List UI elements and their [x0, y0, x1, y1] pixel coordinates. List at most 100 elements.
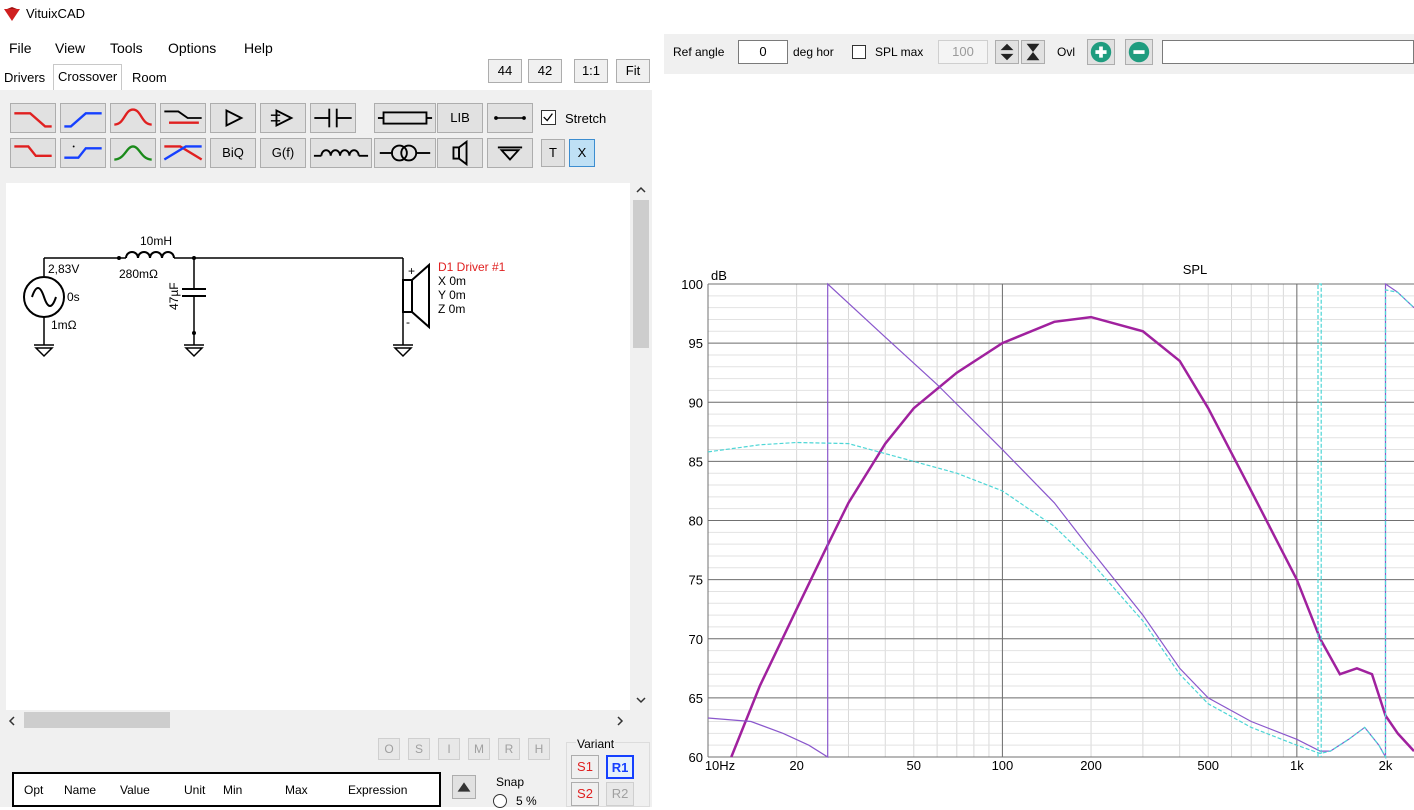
inductor-value-label[interactable]: 10mH — [140, 234, 172, 248]
menu-view[interactable]: View — [55, 40, 85, 56]
menu-file[interactable]: File — [9, 40, 32, 56]
inductor-button[interactable] — [310, 138, 372, 168]
biquad-button[interactable]: BiQ — [210, 138, 256, 168]
wire-button[interactable] — [487, 103, 533, 133]
stretch-checkbox[interactable] — [541, 110, 556, 125]
stretch-label: Stretch — [565, 111, 607, 126]
text-button[interactable]: T — [541, 139, 565, 167]
overlay-input[interactable] — [1162, 40, 1414, 64]
variant-s2-button[interactable]: S2 — [571, 782, 599, 806]
ref-angle-input[interactable]: 0 — [738, 40, 788, 64]
spl-up-down-button[interactable] — [995, 40, 1019, 64]
tab-drivers[interactable]: Drivers — [0, 66, 49, 90]
shelf-icon — [164, 110, 202, 124]
spl-chart[interactable]: 60 65 70 75 80 85 90 95 100 10Hz 20 50 100 200 500 1k 2k… — [664, 74, 1414, 807]
resistor-button[interactable] — [374, 103, 436, 133]
overlay-add-button[interactable] — [1087, 39, 1115, 65]
driver-z-label: Z 0m — [438, 302, 465, 316]
bandpass-green-icon — [114, 145, 152, 161]
inductor-symbol — [125, 251, 175, 259]
spl-curve-2 — [707, 289, 1414, 760]
variant-r2-button[interactable]: R2 — [606, 782, 634, 806]
column-unit[interactable]: Unit — [184, 783, 205, 797]
column-expression[interactable]: Expression — [348, 783, 407, 797]
column-value[interactable]: Value — [120, 783, 150, 797]
tab-strip: Drivers Crossover Room — [0, 64, 180, 90]
snap-radio[interactable] — [493, 794, 507, 808]
crossover-filter-button[interactable] — [160, 138, 206, 168]
tab-crossover[interactable]: Crossover — [53, 64, 123, 90]
source-voltage-label[interactable]: 2,83V — [48, 262, 79, 276]
chart-title: SPL — [1183, 262, 1208, 277]
bandstop-button[interactable] — [110, 103, 156, 133]
x-tick-label: 500 — [1197, 758, 1219, 773]
driver-name-label[interactable]: D1 Driver #1 — [438, 260, 506, 274]
move-up-button[interactable] — [452, 775, 476, 799]
scroll-left-icon[interactable] — [6, 714, 18, 728]
shelving-button[interactable] — [160, 103, 206, 133]
button-1-to-1[interactable]: 1:1 — [574, 59, 608, 83]
column-opt[interactable]: Opt — [24, 783, 43, 797]
spl-max-checkbox[interactable] — [852, 45, 866, 59]
resistor-icon — [377, 111, 433, 125]
column-min[interactable]: Min — [223, 783, 242, 797]
opt-button-i[interactable]: I — [438, 738, 460, 760]
column-name[interactable]: Name — [64, 783, 96, 797]
menu-tools[interactable]: Tools — [110, 40, 143, 56]
transfer-function-button[interactable]: G(f) — [260, 138, 306, 168]
overlay-remove-button[interactable] — [1125, 39, 1153, 65]
transformer-icon — [379, 144, 431, 162]
inductor-resistance-label[interactable]: 280mΩ — [119, 267, 158, 281]
lowpass-1st-button[interactable] — [10, 103, 56, 133]
highpass-2nd-button[interactable] — [60, 138, 106, 168]
amplifier-button[interactable] — [210, 103, 256, 133]
y-tick-label: 60 — [689, 750, 703, 765]
capacitor-value-label[interactable]: 47µF — [167, 282, 181, 310]
ground-button[interactable] — [487, 138, 533, 168]
button-42[interactable]: 42 — [528, 59, 562, 83]
spl-fit-button[interactable] — [1021, 40, 1045, 64]
menu-options[interactable]: Options — [168, 40, 216, 56]
button-44[interactable]: 44 — [488, 59, 522, 83]
transformer-button[interactable] — [374, 138, 436, 168]
tab-room[interactable]: Room — [128, 66, 171, 90]
opt-button-m[interactable]: M — [468, 738, 490, 760]
variant-label: Variant — [576, 737, 616, 751]
opt-button-r[interactable]: R — [498, 738, 520, 760]
scroll-up-icon[interactable] — [634, 184, 648, 196]
horizontal-scroll-thumb[interactable] — [24, 712, 170, 728]
x-tick-label: 10Hz — [705, 758, 735, 773]
opt-button-o[interactable]: O — [378, 738, 400, 760]
lowpass-2nd-button[interactable] — [10, 138, 56, 168]
source-delay-label[interactable]: 0s — [67, 290, 80, 304]
spl-max-input[interactable]: 100 — [938, 40, 988, 64]
vertical-scroll-thumb[interactable] — [633, 200, 649, 348]
hourglass-icon — [1026, 43, 1040, 61]
variant-r1-button[interactable]: R1 — [606, 755, 634, 779]
opt-button-h[interactable]: H — [528, 738, 550, 760]
variant-s1-button[interactable]: S1 — [571, 755, 599, 779]
opt-button-s[interactable]: S — [408, 738, 430, 760]
buffer-button[interactable] — [260, 103, 306, 133]
driver-button[interactable] — [437, 138, 483, 168]
source-resistance-label[interactable]: 1mΩ — [51, 318, 77, 332]
ovl-label: Ovl — [1057, 45, 1075, 59]
capacitor-button[interactable] — [310, 103, 356, 133]
library-button[interactable]: LIB — [437, 103, 483, 133]
y-tick-label: 90 — [689, 395, 703, 410]
wire-icon — [494, 116, 526, 120]
scroll-down-icon[interactable] — [634, 694, 648, 706]
button-fit[interactable]: Fit — [616, 59, 650, 83]
y-tick-label: 75 — [689, 573, 703, 588]
schematic-canvas[interactable]: 10mH 280mΩ 2,83V 0s 1mΩ 47µF + - D1 Driv… — [6, 183, 630, 710]
driver-minus-label: - — [406, 315, 410, 329]
parameter-table[interactable]: Opt Name Value Unit Min Max Expression — [12, 772, 441, 807]
schematic-drawing: 10mH 280mΩ 2,83V 0s 1mΩ 47µF + - D1 Driv… — [23, 234, 506, 358]
menu-help[interactable]: Help — [244, 40, 273, 56]
highpass-1st-button[interactable] — [60, 103, 106, 133]
x-button[interactable]: X — [569, 139, 595, 167]
crossover-icon — [163, 145, 203, 161]
bandpass-button[interactable] — [110, 138, 156, 168]
scroll-right-icon[interactable] — [614, 714, 626, 728]
column-max[interactable]: Max — [285, 783, 308, 797]
